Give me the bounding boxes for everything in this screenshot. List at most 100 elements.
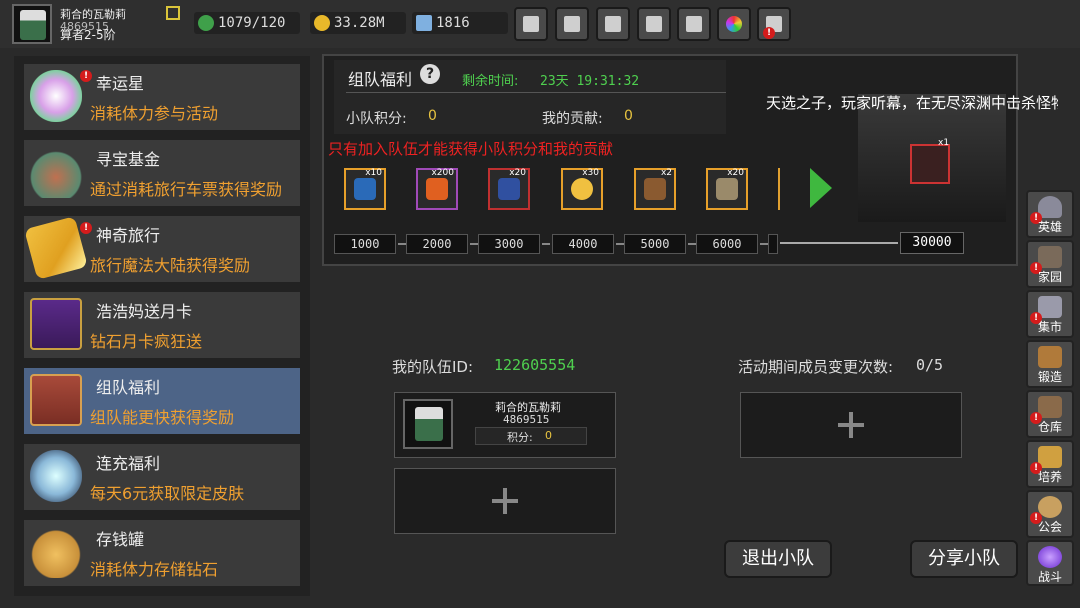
final-threshold: 30000	[900, 232, 964, 254]
nav-label: 培养	[1037, 470, 1062, 484]
cart-icon	[523, 16, 539, 32]
announcement-marquee: 天选之子，玩家听幕，在无尽深渊中击杀怪物	[766, 94, 1058, 112]
settings-button[interactable]	[637, 7, 671, 41]
nav-label: 集市	[1037, 320, 1062, 334]
threshold-connector	[688, 243, 696, 245]
player-avatar[interactable]	[12, 4, 52, 44]
empty-member-slot[interactable]	[394, 468, 616, 534]
reward-slot[interactable]: x20	[706, 168, 748, 210]
team-id-value: 122605554	[494, 356, 576, 374]
treasure-chest-icon	[30, 374, 82, 426]
reward-slot[interactable]: x20	[488, 168, 530, 210]
travel-ticket-icon	[24, 216, 88, 280]
threshold-1000: 1000	[334, 234, 396, 254]
nav-hero[interactable]: ! 英雄	[1026, 190, 1074, 238]
threshold-partial	[768, 234, 778, 254]
piggy-bank-icon	[30, 526, 82, 578]
gold-counter: 33.28M	[310, 12, 406, 34]
divider	[346, 92, 726, 93]
portal-icon	[1038, 546, 1062, 568]
sidebar-item-monthly-card[interactable]: 浩浩妈送月卡 钻石月卡疯狂送	[24, 292, 300, 358]
sidebar-item-desc: 通过消耗旅行车票获得奖励	[90, 180, 283, 199]
market-icon	[1038, 296, 1062, 318]
sidebar-item-title: 连充福利	[96, 454, 161, 473]
gear-icon	[646, 16, 662, 32]
treasure-bag-icon	[30, 146, 82, 198]
diamond-counter: 1816	[412, 12, 508, 34]
sidebar-item-piggy-bank[interactable]: 存钱罐 消耗体力存储钻石	[24, 520, 300, 586]
nav-label: 战斗	[1037, 570, 1062, 584]
shop-button[interactable]	[514, 7, 548, 41]
gold-value: 33.28M	[334, 15, 385, 31]
sidebar-item-desc: 旅行魔法大陆获得奖励	[90, 256, 251, 275]
diamond-value: 1816	[436, 15, 470, 31]
blue-rune-icon	[498, 178, 520, 200]
progress-line	[780, 242, 898, 244]
wheel-button[interactable]	[717, 7, 751, 41]
sidebar-item-recharge-bonus[interactable]: 连充福利 每天6元获取限定皮肤	[24, 444, 300, 510]
nav-market[interactable]: ! 集市	[1026, 290, 1074, 338]
member-portrait	[415, 407, 443, 441]
leave-team-button[interactable]: 退出小队	[724, 540, 832, 578]
sidebar-item-team-bonus[interactable]: 组队福利 组队能更快获得奖励	[24, 368, 300, 434]
threshold-2000: 2000	[406, 234, 468, 254]
nav-label: 公会	[1037, 520, 1062, 534]
sidebar-item-lucky-star[interactable]: ! 幸运星 消耗体力参与活动	[24, 64, 300, 130]
sidebar-item-title: 神奇旅行	[96, 226, 161, 245]
nav-label: 仓库	[1037, 420, 1062, 434]
diamond-icon	[416, 15, 432, 31]
nav-storage[interactable]: ! 仓库	[1026, 390, 1074, 438]
wheel-icon	[726, 16, 742, 32]
event-title: 组队福利	[348, 70, 413, 89]
reward-divider	[778, 168, 780, 210]
nav-label: 家园	[1037, 270, 1062, 284]
top-bar: 莉合的瓦勒莉 4869515 算者2-5阶 1079/120 33.28M 18…	[0, 0, 1080, 48]
help-icon[interactable]: ?	[420, 64, 440, 84]
alert-icon: !	[80, 70, 92, 82]
lightning-icon	[354, 178, 376, 200]
gift-button[interactable]	[677, 7, 711, 41]
edit-icon[interactable]	[166, 6, 180, 20]
contribution-value: 0	[624, 108, 633, 124]
reward-slot[interactable]: x10	[344, 168, 386, 210]
share-team-button[interactable]: 分享小队	[910, 540, 1018, 578]
avatar-portrait	[20, 10, 46, 40]
sidebar-item-title: 幸运星	[96, 74, 145, 93]
member-changes-value: 0/5	[916, 356, 944, 374]
nav-guild[interactable]: ! 公会	[1026, 490, 1074, 538]
nav-train[interactable]: ! 培养	[1026, 440, 1074, 488]
storage-icon	[1038, 396, 1062, 418]
sidebar-item-title: 浩浩妈送月卡	[96, 302, 193, 321]
reward-slot[interactable]: x200	[416, 168, 458, 210]
invite-member-slot[interactable]	[740, 392, 962, 458]
threshold-connector	[760, 243, 768, 245]
lucky-star-icon	[30, 70, 82, 122]
reward-slot[interactable]: x30	[561, 168, 603, 210]
monthly-card-icon	[30, 298, 82, 350]
nav-battle[interactable]: 战斗	[1026, 540, 1074, 586]
sidebar-item-magic-travel[interactable]: ! 神奇旅行 旅行魔法大陆获得奖励	[24, 216, 300, 282]
player-title: 算者2-5阶	[60, 28, 116, 42]
crystal-icon	[30, 450, 82, 502]
gift-icon	[686, 16, 702, 32]
fireworks-button[interactable]: !	[757, 7, 791, 41]
plus-icon	[838, 412, 864, 438]
helmet-icon	[1038, 196, 1062, 218]
stamina-value: 1079/120	[218, 15, 286, 31]
sidebar-item-title: 寻宝基金	[96, 150, 161, 169]
team-member-card[interactable]: 莉合的瓦勒莉 4869515 积分: 0	[394, 392, 616, 458]
reward-slot[interactable]: x2	[634, 168, 676, 210]
member-changes-label: 活动期间成员变更次数:	[738, 358, 894, 376]
mail-button[interactable]	[555, 7, 589, 41]
member-id: 4869515	[503, 413, 550, 426]
nav-forge[interactable]: 锻造	[1026, 340, 1074, 388]
sidebar-item-treasure-fund[interactable]: 寻宝基金 通过消耗旅行车票获得奖励	[24, 140, 300, 206]
team-event-panel: 组队福利 ? 剩余时间: 23天 19:31:32 小队积分: 0 我的贡献: …	[322, 54, 1018, 266]
stamina-counter: 1079/120	[194, 12, 300, 34]
boss-reward-slot[interactable]	[910, 144, 950, 184]
threshold-5000: 5000	[624, 234, 686, 254]
gamepad-button[interactable]	[596, 7, 630, 41]
sidebar-item-desc: 组队能更快获得奖励	[90, 408, 235, 427]
nav-home[interactable]: ! 家园	[1026, 240, 1074, 288]
trophy-icon	[1038, 446, 1062, 468]
